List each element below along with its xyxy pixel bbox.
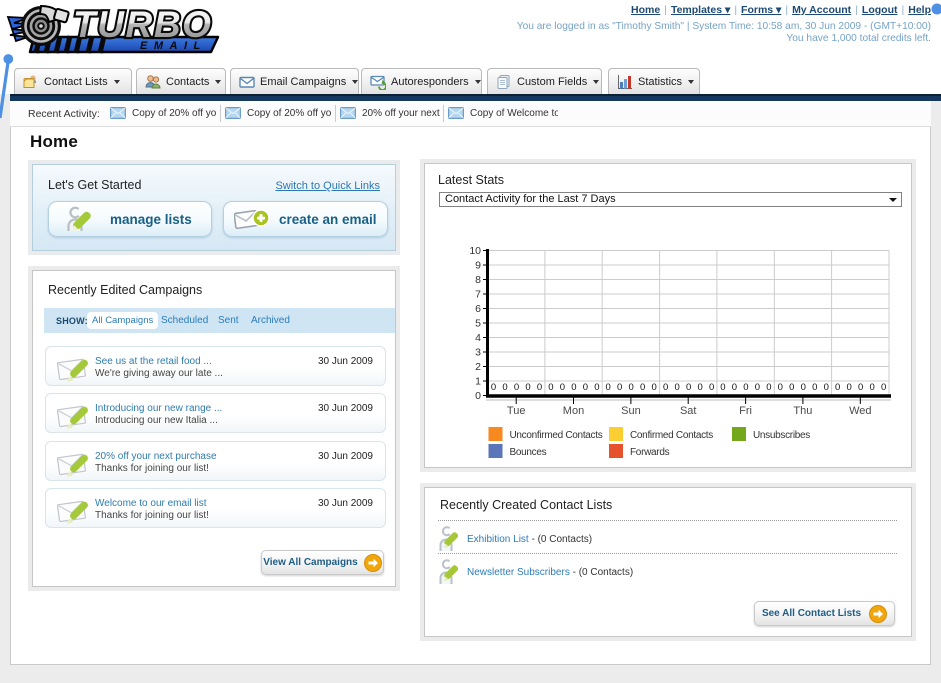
svg-text:0: 0 [674, 382, 679, 393]
svg-text:Sat: Sat [680, 405, 697, 417]
svg-text:Tue: Tue [507, 405, 526, 417]
svg-text:0: 0 [475, 390, 481, 402]
svg-text:Sun: Sun [621, 405, 641, 417]
svg-text:0: 0 [858, 382, 863, 393]
svg-text:0: 0 [686, 382, 691, 393]
svg-text:0: 0 [652, 382, 657, 393]
svg-text:2: 2 [475, 361, 481, 373]
svg-text:0: 0 [709, 382, 714, 393]
svg-text:0: 0 [629, 382, 634, 393]
svg-text:0: 0 [571, 382, 576, 393]
svg-text:0: 0 [617, 382, 622, 393]
svg-text:0: 0 [606, 382, 611, 393]
svg-text:0: 0 [491, 382, 496, 393]
svg-text:0: 0 [766, 382, 771, 393]
svg-text:0: 0 [514, 382, 519, 393]
svg-text:0: 0 [789, 382, 794, 393]
svg-text:Thu: Thu [793, 405, 812, 417]
svg-text:0: 0 [697, 382, 702, 393]
svg-text:0: 0 [881, 382, 886, 393]
svg-text:0: 0 [824, 382, 829, 393]
svg-text:0: 0 [801, 382, 806, 393]
svg-text:0: 0 [720, 382, 725, 393]
svg-text:0: 0 [835, 382, 840, 393]
svg-text:Confirmed Contacts: Confirmed Contacts [630, 430, 713, 441]
svg-text:Fri: Fri [739, 405, 752, 417]
svg-text:Forwards: Forwards [630, 447, 670, 458]
svg-text:0: 0 [594, 382, 599, 393]
svg-text:0: 0 [525, 382, 530, 393]
svg-text:0: 0 [732, 382, 737, 393]
svg-text:1: 1 [475, 376, 481, 388]
svg-text:0: 0 [755, 382, 760, 393]
svg-text:TURBO: TURBO [73, 4, 213, 45]
svg-text:0: 0 [812, 382, 817, 393]
svg-text:5: 5 [475, 318, 481, 330]
svg-text:0: 0 [583, 382, 588, 393]
svg-text:Unsubscribes: Unsubscribes [753, 430, 810, 441]
svg-text:Wed: Wed [849, 405, 871, 417]
svg-text:7: 7 [475, 289, 481, 301]
svg-text:0: 0 [640, 382, 645, 393]
svg-text:9: 9 [475, 260, 481, 272]
svg-text:8: 8 [475, 274, 481, 286]
svg-text:3: 3 [475, 347, 481, 359]
svg-text:0: 0 [548, 382, 553, 393]
svg-text:0: 0 [663, 382, 668, 393]
svg-text:Unconfirmed Contacts: Unconfirmed Contacts [510, 430, 603, 441]
svg-text:0: 0 [537, 382, 542, 393]
svg-text:0: 0 [560, 382, 565, 393]
svg-text:0: 0 [778, 382, 783, 393]
svg-text:10: 10 [469, 245, 481, 257]
svg-text:Bounces: Bounces [510, 447, 547, 458]
svg-text:6: 6 [475, 303, 481, 315]
svg-text:0: 0 [502, 382, 507, 393]
svg-text:0: 0 [869, 382, 874, 393]
svg-text:4: 4 [475, 332, 481, 344]
svg-text:Mon: Mon [563, 405, 584, 417]
svg-text:0: 0 [846, 382, 851, 393]
svg-text:0: 0 [743, 382, 748, 393]
